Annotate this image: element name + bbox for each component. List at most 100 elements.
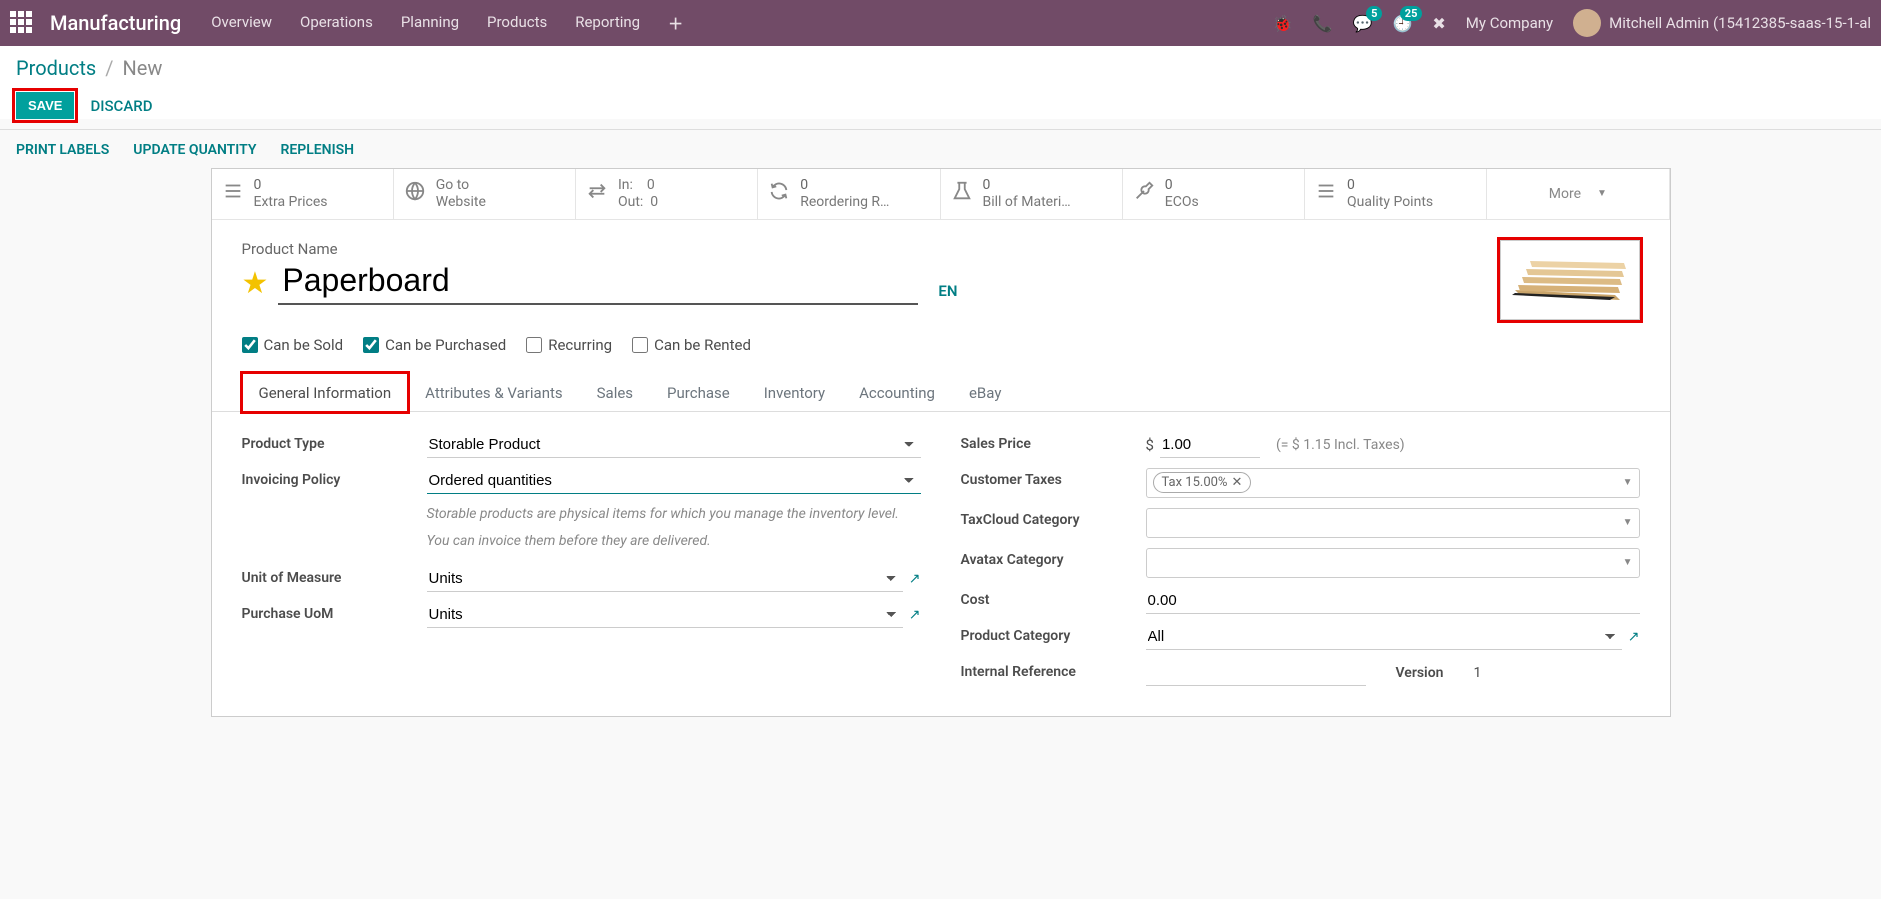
app-title: Manufacturing [50, 11, 181, 35]
category-external-link-icon[interactable]: ↗ [1628, 629, 1640, 645]
chevron-down-icon[interactable]: ▼ [1623, 517, 1633, 528]
globe-icon [404, 180, 426, 207]
tab-sales[interactable]: Sales [580, 373, 650, 412]
can-be-purchased-checkbox[interactable]: Can be Purchased [363, 336, 506, 354]
stat-in-out[interactable]: In: 0 Out: 0 [576, 169, 758, 219]
avatax-input[interactable]: ▼ [1146, 548, 1640, 578]
taxcloud-input[interactable]: ▼ [1146, 508, 1640, 538]
stat-quality[interactable]: 0Quality Points [1305, 169, 1487, 219]
product-category-select[interactable]: All [1146, 624, 1622, 650]
activities-badge: 25 [1400, 6, 1423, 21]
cost-label: Cost [961, 588, 1146, 608]
form-tabs: General Information Attributes & Variant… [212, 372, 1670, 412]
tab-body-general: Product Type Storable Product Invoicing … [212, 412, 1670, 716]
menu-products[interactable]: Products [487, 13, 547, 34]
product-type-help1: Storable products are physical items for… [427, 504, 921, 525]
list-icon [1315, 180, 1337, 207]
exchange-icon [586, 180, 608, 207]
stat-extra-prices[interactable]: 0Extra Prices [212, 169, 394, 219]
stat-website[interactable]: Go toWebsite [394, 169, 576, 219]
can-be-sold-checkbox[interactable]: Can be Sold [242, 336, 344, 354]
stat-buttons: 0Extra Prices Go toWebsite In: 0 Out: 0 … [212, 169, 1670, 220]
menu-operations[interactable]: Operations [300, 13, 373, 34]
menu-planning[interactable]: Planning [401, 13, 459, 34]
uom-label: Unit of Measure [242, 566, 427, 586]
tab-general-information[interactable]: General Information [242, 373, 409, 412]
company-selector[interactable]: My Company [1466, 14, 1553, 32]
product-flags: Can be Sold Can be Purchased Recurring C… [212, 330, 1670, 372]
product-name-input[interactable] [278, 262, 918, 305]
bug-icon[interactable]: 🐞 [1273, 14, 1293, 33]
refresh-icon [768, 180, 790, 207]
internal-ref-input[interactable] [1146, 660, 1366, 686]
sales-price-incl-taxes: (= $ 1.15 Incl. Taxes) [1276, 437, 1405, 453]
breadcrumb: Products / New [16, 56, 1865, 80]
list-icon [222, 180, 244, 207]
product-category-label: Product Category [961, 624, 1146, 644]
tools-icon[interactable]: ✖ [1432, 14, 1445, 33]
apps-icon[interactable] [10, 11, 34, 35]
chevron-down-icon[interactable]: ▼ [1623, 557, 1633, 568]
customer-taxes-input[interactable]: Tax 15.00% ✕ ▼ [1146, 468, 1640, 498]
menu-add-icon[interactable]: ＋ [668, 13, 683, 34]
update-quantity-button[interactable]: UPDATE QUANTITY [133, 142, 256, 158]
invoicing-policy-label: Invoicing Policy [242, 468, 427, 488]
tab-accounting[interactable]: Accounting [842, 373, 952, 412]
stat-bom[interactable]: 0Bill of Materi… [941, 169, 1123, 219]
user-menu[interactable]: Mitchell Admin (15412385-saas-15-1-al [1573, 9, 1871, 37]
purchase-uom-label: Purchase UoM [242, 602, 427, 622]
version-label: Version [1396, 665, 1444, 681]
tax-tag: Tax 15.00% ✕ [1153, 472, 1252, 493]
sales-price-input[interactable] [1160, 432, 1260, 458]
recurring-checkbox[interactable]: Recurring [526, 336, 612, 354]
internal-ref-label: Internal Reference [961, 660, 1146, 680]
subaction-bar: PRINT LABELS UPDATE QUANTITY REPLENISH [0, 129, 1881, 168]
uom-select[interactable]: Units [427, 566, 903, 592]
tab-ebay[interactable]: eBay [952, 373, 1018, 412]
invoicing-policy-select[interactable]: Ordered quantities [427, 468, 921, 494]
purchase-uom-select[interactable]: Units [427, 602, 903, 628]
stat-more[interactable]: More▼ [1487, 169, 1669, 219]
stat-ecos[interactable]: 0ECOs [1123, 169, 1305, 219]
breadcrumb-products[interactable]: Products [16, 56, 96, 80]
chevron-down-icon[interactable]: ▼ [1623, 477, 1633, 488]
top-navbar: Manufacturing Overview Operations Planni… [0, 0, 1881, 46]
stat-reordering[interactable]: 0Reordering R… [758, 169, 940, 219]
language-button[interactable]: EN [938, 282, 957, 300]
print-labels-button[interactable]: PRINT LABELS [16, 142, 109, 158]
sales-price-label: Sales Price [961, 432, 1146, 452]
tab-attributes-variants[interactable]: Attributes & Variants [408, 373, 579, 412]
control-panel: Products / New SAVE DISCARD [0, 46, 1881, 119]
can-be-rented-checkbox[interactable]: Can be Rented [632, 336, 751, 354]
tab-purchase[interactable]: Purchase [650, 373, 747, 412]
purchase-uom-external-link-icon[interactable]: ↗ [909, 607, 921, 623]
phone-icon[interactable]: 📞 [1313, 14, 1333, 33]
product-name-label: Product Name [242, 240, 1480, 258]
replenish-button[interactable]: REPLENISH [280, 142, 354, 158]
favorite-star-icon[interactable]: ★ [242, 266, 269, 301]
taxcloud-label: TaxCloud Category [961, 508, 1146, 528]
chevron-down-icon: ▼ [1597, 188, 1607, 199]
messages-icon[interactable]: 💬5 [1353, 14, 1373, 33]
activities-icon[interactable]: 🕘25 [1392, 14, 1412, 33]
menu-reporting[interactable]: Reporting [575, 13, 640, 34]
discard-button[interactable]: DISCARD [90, 97, 152, 115]
version-value: 1 [1473, 665, 1481, 681]
customer-taxes-label: Customer Taxes [961, 468, 1146, 488]
avatax-label: Avatax Category [961, 548, 1146, 568]
user-name: Mitchell Admin (15412385-saas-15-1-al [1609, 14, 1871, 32]
avatar [1573, 9, 1601, 37]
product-type-help2: You can invoice them before they are del… [427, 531, 921, 552]
menu-overview[interactable]: Overview [211, 13, 272, 34]
remove-tag-icon[interactable]: ✕ [1231, 475, 1242, 490]
product-image[interactable] [1500, 240, 1640, 320]
uom-external-link-icon[interactable]: ↗ [909, 571, 921, 587]
cost-input[interactable] [1146, 588, 1640, 614]
wrench-icon [1133, 180, 1155, 207]
tab-inventory[interactable]: Inventory [747, 373, 842, 412]
product-type-select[interactable]: Storable Product [427, 432, 921, 458]
main-menu: Overview Operations Planning Products Re… [211, 13, 683, 34]
save-button[interactable]: SAVE [16, 92, 74, 119]
form-sheet: 0Extra Prices Go toWebsite In: 0 Out: 0 … [211, 168, 1671, 717]
currency-symbol: $ [1146, 436, 1154, 454]
